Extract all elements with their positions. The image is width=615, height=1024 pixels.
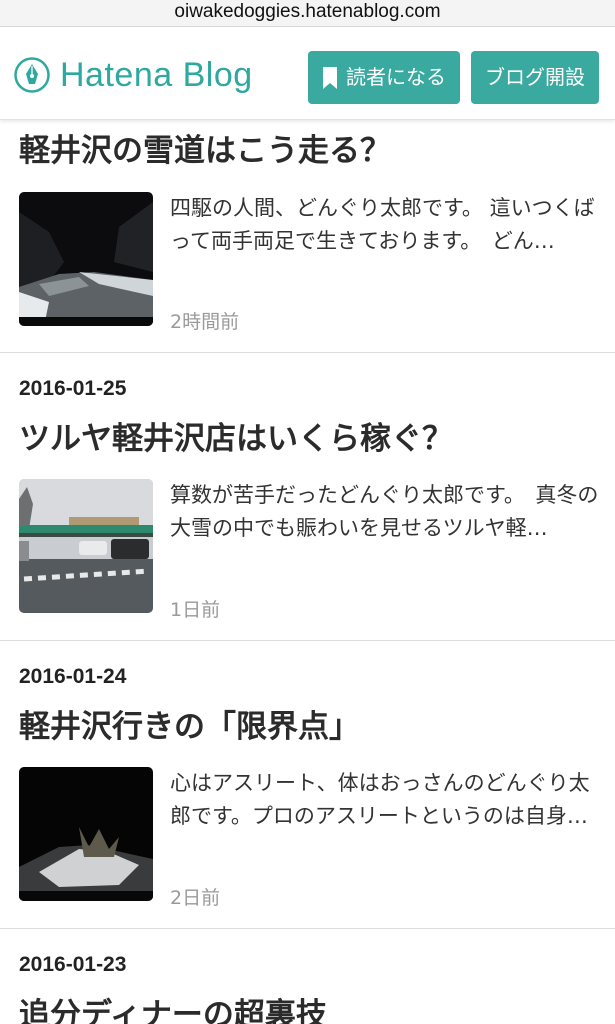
entry-summary: 心はアスリート、体はおっさんのどんぐり太郎です。プロのアスリートというのは自身… [170,771,590,828]
entry-thumbnail[interactable] [19,767,153,901]
entry-item[interactable]: 軽井沢の雪道はこう走る？ 四駆の人間、どんぐり太郎です。 這いつくばって両手両足… [0,119,615,353]
site-header: Hatena Blog 読者になる ブログ開設 [0,27,615,120]
open-blog-label: ブログ開設 [485,65,585,89]
url-text: oiwakedoggies.hatenablog.com [174,1,441,22]
entry-item[interactable]: 2016-01-25 ツルヤ軽井沢店はいくら稼ぐ？ 算数が苦手だったどんぐり太郎… [0,353,615,641]
entry-thumbnail[interactable] [19,479,153,613]
entry-time-ago: 2日前 [170,887,221,909]
entry-title[interactable]: 追分ディナーの超裏技 [19,989,327,1024]
url-bar[interactable]: oiwakedoggies.hatenablog.com [0,0,615,27]
entry-time-ago: 1日前 [170,599,221,621]
entry-date: 2016-01-24 [19,665,127,688]
entry-item[interactable]: 2016-01-24 軽井沢行きの「限界点」 心はアスリート、体はおっさんのどん… [0,641,615,929]
entry-time-ago: 2時間前 [170,311,240,333]
hatena-blog-logo[interactable]: Hatena Blog [14,55,253,95]
subscribe-label: 読者になる [346,65,446,89]
entry-list: 軽井沢の雪道はこう走る？ 四駆の人間、どんぐり太郎です。 這いつくばって両手両足… [0,119,615,1024]
entry-summary: 四駆の人間、どんぐり太郎です。 這いつくばって両手両足で生きております。 どん… [170,196,595,253]
entry-thumbnail[interactable] [19,192,153,326]
entry-title[interactable]: ツルヤ軽井沢店はいくら稼ぐ？ [19,413,453,458]
logo-text: Hatena Blog [60,56,253,94]
entry-title[interactable]: 軽井沢の雪道はこう走る？ [19,125,391,170]
bookmark-icon [323,66,337,89]
pen-nib-icon [14,57,50,93]
entry-item[interactable]: 2016-01-23 追分ディナーの超裏技 [0,929,615,1024]
subscribe-button[interactable]: 読者になる [308,51,460,104]
entry-summary: 算数が苦手だったどんぐり太郎です。 真冬の大雪の中でも賑わいを見せるツルヤ軽… [170,483,599,540]
open-blog-button[interactable]: ブログ開設 [471,51,599,104]
entry-date: 2016-01-23 [19,953,127,976]
entry-title[interactable]: 軽井沢行きの「限界点」 [19,701,360,746]
entry-date: 2016-01-25 [19,377,127,400]
